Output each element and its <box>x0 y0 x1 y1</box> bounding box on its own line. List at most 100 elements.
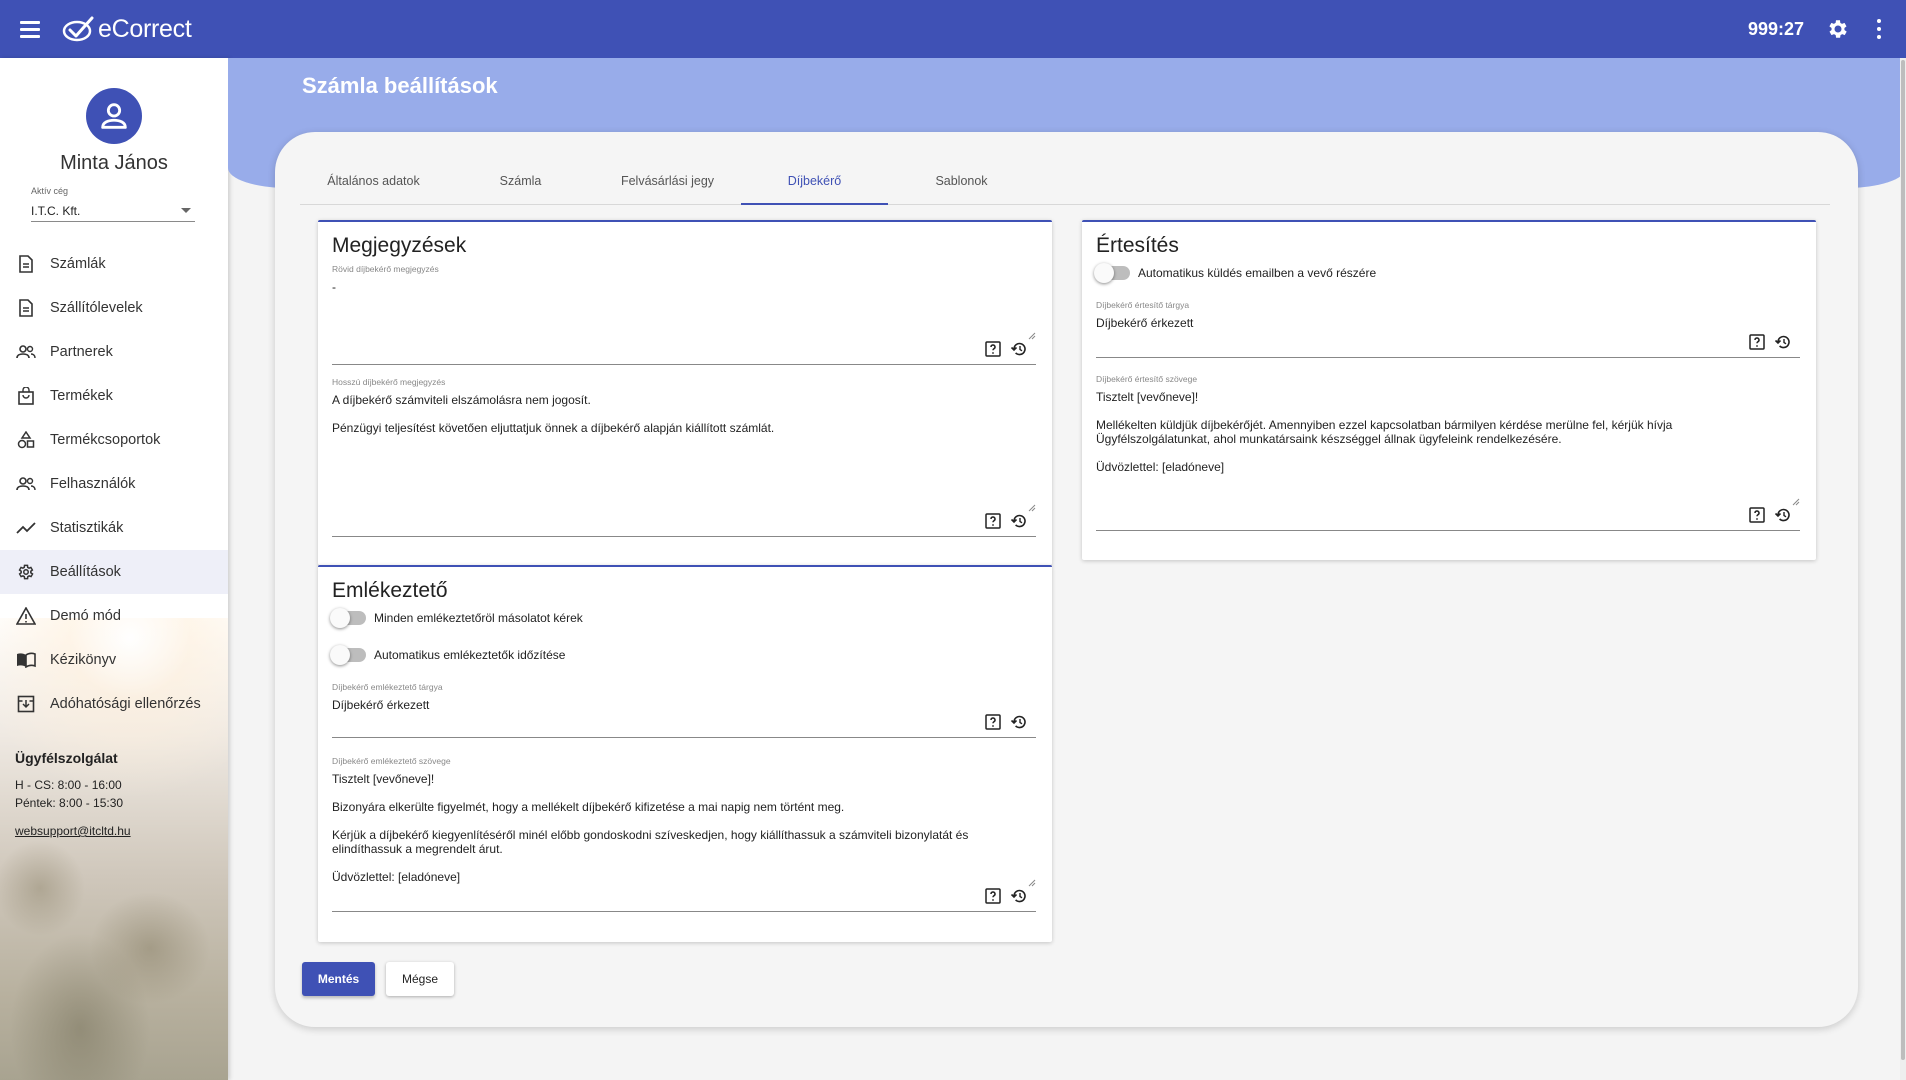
ecorrect-logo-icon <box>62 16 94 42</box>
tab-felvasarlasi-jegy[interactable]: Felvásárlási jegy <box>594 165 741 204</box>
auto-reminder-toggle[interactable]: Automatikus emlékeztetők időzítése <box>330 645 566 665</box>
sidebar-item-label: Felhasználók <box>50 476 136 492</box>
cancel-button[interactable]: Mégse <box>386 962 454 996</box>
sidebar-item-label: Termékcsoportok <box>50 432 161 448</box>
sidebar-item-label: Kézikönyv <box>50 652 117 668</box>
long-note-value[interactable]: A díjbekérő számviteli elszámolásra nem … <box>332 393 976 435</box>
sidebar-item-adohatosagi-ellenorzes[interactable]: Adóhatósági ellenőrzés <box>0 682 228 726</box>
support-heading: Ügyfélszolgálat <box>15 750 118 766</box>
more-options-icon[interactable] <box>1876 19 1882 39</box>
sidebar-item-statisztikak[interactable]: Statisztikák <box>0 506 228 550</box>
people-icon <box>16 474 36 494</box>
company-select[interactable]: I.T.C. Kft. <box>31 200 195 222</box>
document-icon <box>16 254 36 274</box>
sidebar-item-termekcsoportok[interactable]: Termékcsoportok <box>0 418 228 462</box>
user-icon <box>101 103 127 129</box>
trending-icon <box>16 518 36 538</box>
help-icon[interactable] <box>984 340 1002 358</box>
support-email-link[interactable]: websupport@itcltd.hu <box>15 824 220 838</box>
ertesites-panel: Értesítés Automatikus küldés emailben a … <box>1082 220 1816 560</box>
company-label: Aktív cég <box>31 186 69 196</box>
megjegyzesek-title: Megjegyzések <box>332 234 467 257</box>
restore-default-icon[interactable] <box>1774 333 1792 351</box>
settings-gear-icon[interactable] <box>1826 17 1850 41</box>
short-note-field[interactable]: Rövid díjbekérő megjegyzés - <box>332 264 1036 365</box>
sidebar-item-label: Termékek <box>50 388 113 404</box>
menu-icon[interactable] <box>20 16 46 42</box>
page-title: Számla beállítások <box>302 73 498 98</box>
copy-reminder-toggle[interactable]: Minden emlékeztetőröl másolatot kérek <box>330 608 583 628</box>
top-app-bar: eCorrect 999:27 <box>0 0 1906 58</box>
app-logo[interactable]: eCorrect <box>62 15 192 44</box>
sidebar-nav: Számlák Szállítólevelek Partnerek Termék… <box>0 242 228 726</box>
gear-icon <box>16 562 36 582</box>
support-info: Ügyfélszolgálat H - CS: 8:00 - 16:00 Pén… <box>15 750 220 838</box>
toggle-switch[interactable] <box>330 645 366 665</box>
document-icon <box>16 298 36 318</box>
tab-szamla[interactable]: Számla <box>447 165 594 204</box>
reminder-subject-field[interactable]: Díjbekérő emlékeztető tárgya Díjbekérő é… <box>332 682 1036 738</box>
resize-handle-icon[interactable] <box>1792 498 1800 506</box>
sidebar-item-kezikonyv[interactable]: Kézikönyv <box>0 638 228 682</box>
sidebar-item-label: Demó mód <box>50 608 121 624</box>
sidebar-item-szamlak[interactable]: Számlák <box>0 242 228 286</box>
resize-handle-icon[interactable] <box>1028 879 1036 887</box>
resize-handle-icon[interactable] <box>1028 332 1036 340</box>
restore-default-icon[interactable] <box>1010 340 1028 358</box>
people-icon <box>16 342 36 362</box>
restore-default-icon[interactable] <box>1010 512 1028 530</box>
reminder-body-value[interactable]: Tisztelt [vevőneve]! Bizonyára elkerülte… <box>332 772 976 884</box>
restore-default-icon[interactable] <box>1774 506 1792 524</box>
help-icon[interactable] <box>1748 506 1766 524</box>
avatar[interactable] <box>86 88 142 144</box>
long-note-field[interactable]: Hosszú díjbekérő megjegyzés A díjbekérő … <box>332 377 1036 537</box>
toggle-label: Automatikus emlékeztetők időzítése <box>374 648 566 662</box>
sidebar-item-label: Szállítólevelek <box>50 300 143 316</box>
short-note-value[interactable]: - <box>332 280 976 294</box>
tab-dijbekero[interactable]: Díjbekérő <box>741 165 888 205</box>
notification-body-label: Díjbekérő értesítő szövege <box>1096 374 1198 384</box>
help-icon[interactable] <box>1748 333 1766 351</box>
auto-email-toggle[interactable]: Automatikus küldés emailben a vevő részé… <box>1094 263 1377 283</box>
sidebar-item-beallitasok[interactable]: Beállítások <box>0 550 228 594</box>
help-icon[interactable] <box>984 713 1002 731</box>
tab-bar: Általános adatok Számla Felvásárlási jeg… <box>300 165 1830 205</box>
help-icon[interactable] <box>984 887 1002 905</box>
warning-icon <box>16 606 36 626</box>
scrollbar-thumb[interactable] <box>1901 60 1905 1060</box>
reminder-subject-value[interactable]: Díjbekérő érkezett <box>332 698 976 712</box>
support-hours-mon-thu: H - CS: 8:00 - 16:00 <box>15 778 122 792</box>
page-scrollbar[interactable] <box>1900 58 1906 1080</box>
sidebar-item-demo-mod[interactable]: Demó mód <box>0 594 228 638</box>
toggle-switch[interactable] <box>1094 263 1130 283</box>
sidebar-item-felhasznalok[interactable]: Felhasználók <box>0 462 228 506</box>
tab-sablonok[interactable]: Sablonok <box>888 165 1035 204</box>
session-timer: 999:27 <box>1747 18 1804 39</box>
category-icon <box>16 430 36 450</box>
notification-subject-field[interactable]: Díjbekérő értesítő tárgya Díjbekérő érke… <box>1096 300 1800 358</box>
tab-altalanos-adatok[interactable]: Általános adatok <box>300 165 447 204</box>
long-note-label: Hosszú díjbekérő megjegyzés <box>332 377 446 387</box>
resize-handle-icon[interactable] <box>1028 504 1036 512</box>
help-icon[interactable] <box>984 512 1002 530</box>
restore-default-icon[interactable] <box>1010 713 1028 731</box>
toggle-switch[interactable] <box>330 608 366 628</box>
notification-body-value[interactable]: Tisztelt [vevőneve]! Mellékelten küldjük… <box>1096 390 1740 474</box>
sidebar-item-label: Beállítások <box>50 564 121 580</box>
notification-body-field[interactable]: Díjbekérő értesítő szövege Tisztelt [vev… <box>1096 374 1800 531</box>
save-button[interactable]: Mentés <box>302 962 375 996</box>
archive-icon <box>16 694 36 714</box>
sidebar-item-label: Számlák <box>50 256 106 272</box>
reminder-body-field[interactable]: Díjbekérő emlékeztető szövege Tisztelt [… <box>332 756 1036 912</box>
restore-default-icon[interactable] <box>1010 887 1028 905</box>
notification-subject-label: Díjbekérő értesítő tárgya <box>1096 300 1190 310</box>
sidebar-item-partnerek[interactable]: Partnerek <box>0 330 228 374</box>
short-note-label: Rövid díjbekérő megjegyzés <box>332 264 439 274</box>
sidebar-item-szallitolevelek[interactable]: Szállítólevelek <box>0 286 228 330</box>
support-hours-fri: Péntek: 8:00 - 15:30 <box>15 796 124 810</box>
sidebar-item-label: Statisztikák <box>50 520 124 536</box>
sidebar-item-termekek[interactable]: Termékek <box>0 374 228 418</box>
emlekezteto-title: Emlékeztető <box>332 579 448 602</box>
notification-subject-value[interactable]: Díjbekérő érkezett <box>1096 316 1740 330</box>
toggle-label: Automatikus küldés emailben a vevő részé… <box>1138 266 1377 280</box>
